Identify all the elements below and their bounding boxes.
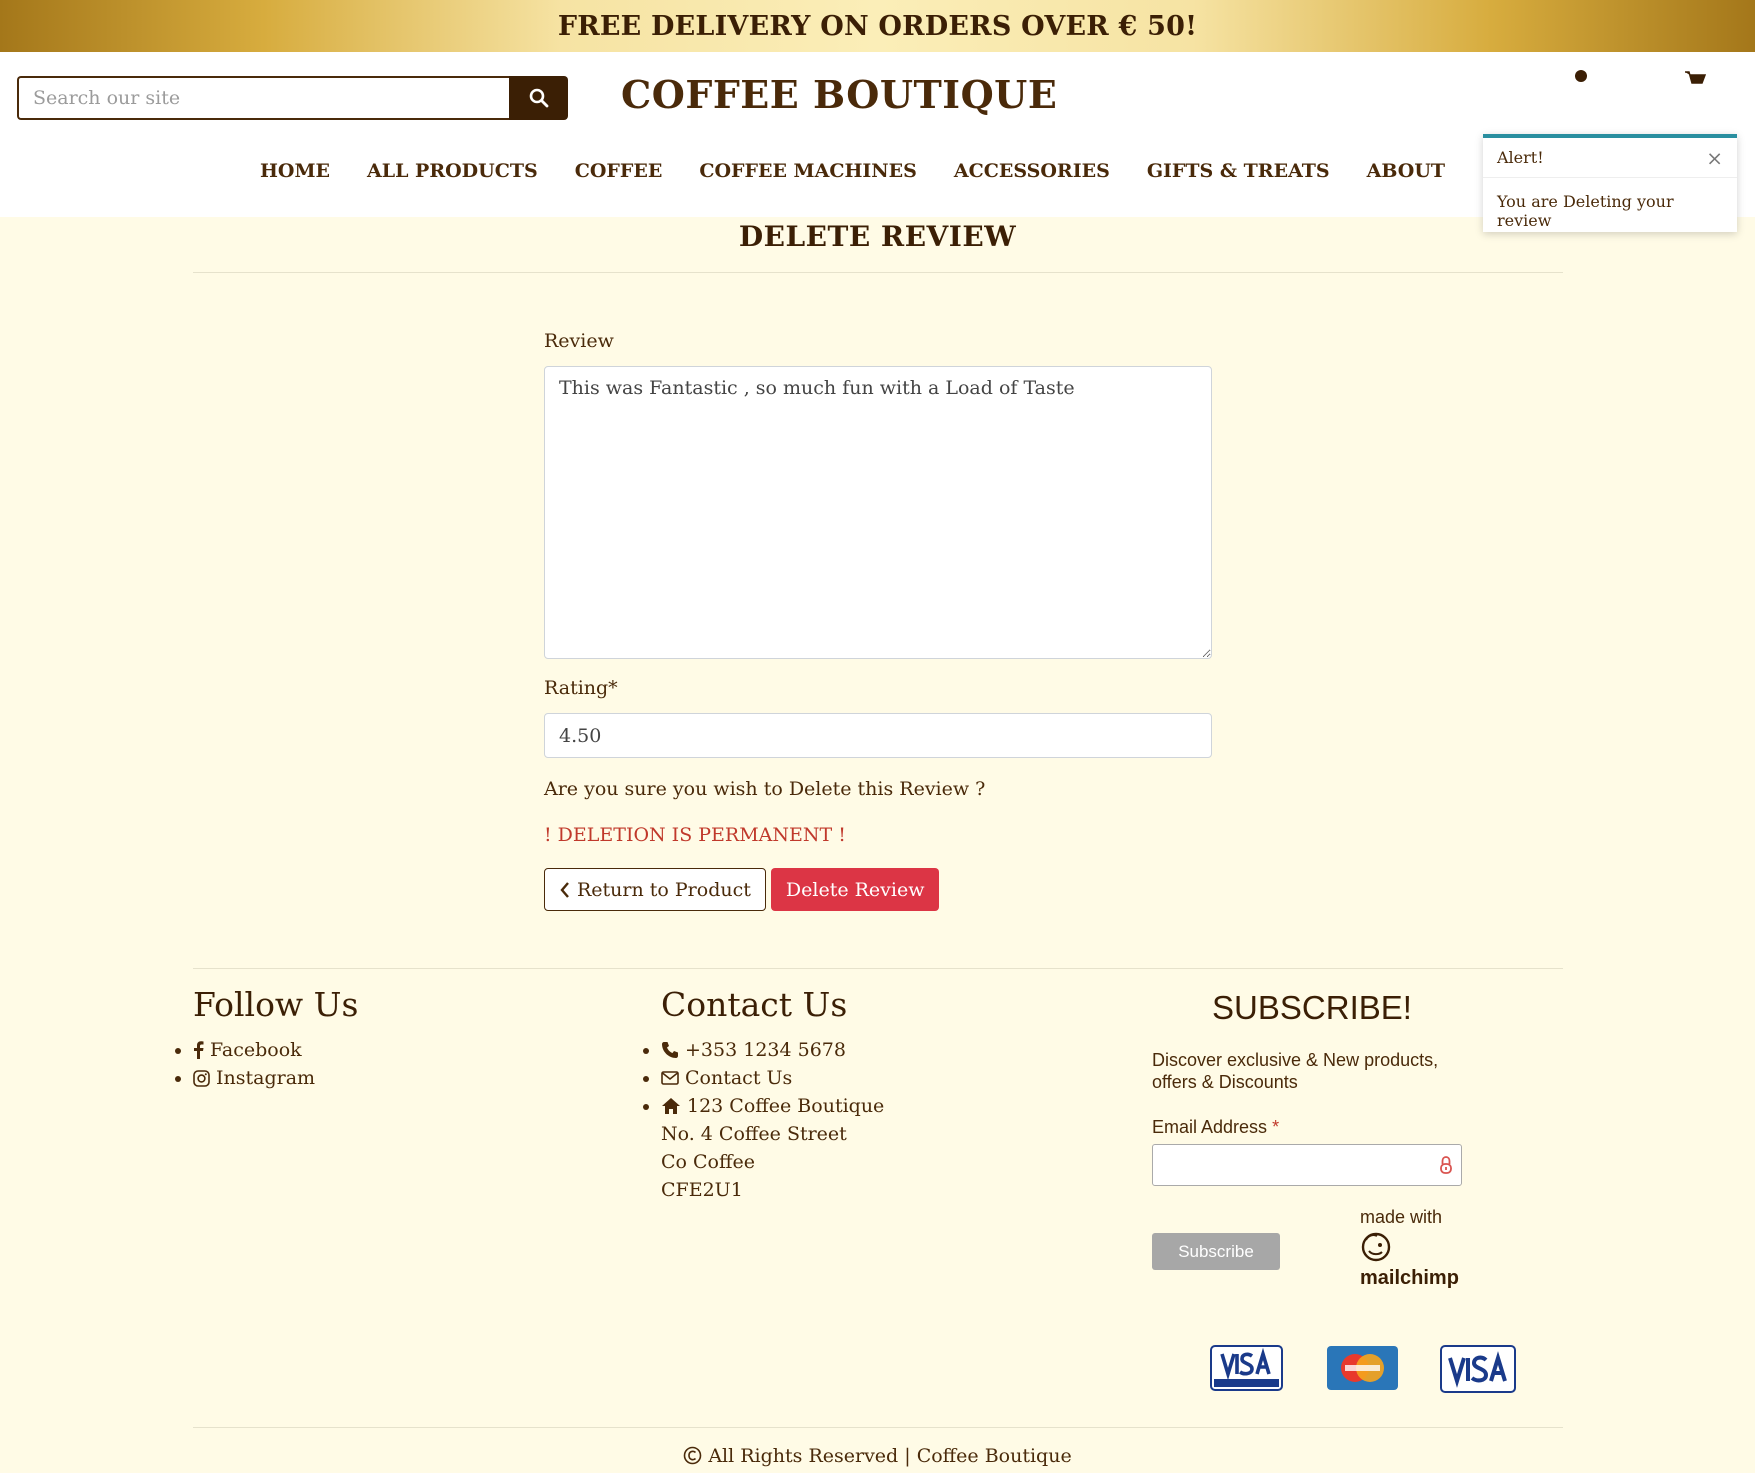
- instagram-link[interactable]: Instagram: [174, 1064, 358, 1092]
- subscribe-section: SUBSCRIBE! Discover exclusive & New prod…: [1152, 985, 1472, 1289]
- mastercard-icon: [1327, 1346, 1398, 1390]
- review-textarea[interactable]: This was Fantastic , so much fun with a …: [544, 366, 1212, 659]
- chevron-left-icon: [560, 881, 569, 898]
- copyright-divider: [193, 1427, 1563, 1428]
- made-with-text: made with: [1360, 1207, 1443, 1227]
- address-line-4: CFE2U1: [661, 1179, 743, 1201]
- return-to-product-button[interactable]: Return to Product: [544, 868, 766, 911]
- review-label: Review: [544, 330, 614, 352]
- copyright-text: All Rights Reserved | Coffee Boutique: [708, 1445, 1072, 1467]
- promo-banner-text: FREE DELIVERY ON ORDERS OVER € 50!: [557, 10, 1198, 42]
- nav-all-products[interactable]: ALL PRODUCTS: [367, 160, 538, 182]
- email-field[interactable]: [1152, 1144, 1462, 1186]
- visa-icon: [1440, 1345, 1516, 1393]
- rating-input[interactable]: [544, 713, 1212, 758]
- visa-electron-icon: [1210, 1345, 1283, 1391]
- nav-accessories[interactable]: ACCESSORIES: [954, 160, 1110, 182]
- rating-label: Rating*: [544, 677, 618, 699]
- alert-toast: Alert! × You are Deleting your review: [1483, 134, 1737, 232]
- search-icon: [529, 88, 548, 108]
- search-input[interactable]: [17, 76, 509, 120]
- contact-link-label: Contact Us: [685, 1067, 793, 1089]
- social-list: Facebook Instagram: [174, 1036, 358, 1092]
- promo-banner: FREE DELIVERY ON ORDERS OVER € 50!: [0, 0, 1755, 52]
- required-mark: *: [1272, 1117, 1280, 1137]
- nav-about[interactable]: ABOUT: [1367, 160, 1445, 182]
- address-line-2: No. 4 Coffee Street: [661, 1123, 847, 1145]
- address-line-1: 123 Coffee Boutique: [687, 1095, 885, 1117]
- form-actions: Return to Product Delete Review: [544, 868, 1212, 911]
- follow-us-title: Follow Us: [193, 985, 359, 1024]
- cart-icon[interactable]: [1684, 70, 1706, 88]
- email-label: Email Address *: [1152, 1117, 1472, 1138]
- nav-coffee[interactable]: COFFEE: [575, 160, 663, 182]
- toast-header: Alert! ×: [1483, 138, 1737, 178]
- home-icon: [662, 1098, 680, 1114]
- phone-number: +353 1234 5678: [685, 1039, 846, 1061]
- mailchimp-wordmark[interactable]: mailchimp: [1360, 1267, 1459, 1290]
- contact-link[interactable]: Contact Us: [642, 1064, 884, 1092]
- facebook-link[interactable]: Facebook: [174, 1036, 358, 1064]
- envelope-icon: [661, 1071, 679, 1085]
- search-button[interactable]: [509, 76, 568, 120]
- instagram-label: Instagram: [216, 1067, 316, 1089]
- confirm-text: Are you sure you wish to Delete this Rev…: [544, 778, 986, 800]
- toast-title: Alert!: [1497, 148, 1544, 167]
- mailchimp-logo-icon: [1361, 1232, 1391, 1262]
- follow-us-section: Follow Us Facebook Instagram: [174, 985, 359, 1092]
- nav-gifts-treats[interactable]: GIFTS & TREATS: [1147, 160, 1330, 182]
- lock-icon: [1440, 1156, 1452, 1174]
- page-title: DELETE REVIEW: [738, 220, 1017, 253]
- nav-home[interactable]: HOME: [260, 160, 330, 182]
- contact-us-section: Contact Us +353 1234 5678 Contact Us 123…: [642, 985, 885, 1204]
- subscribe-button[interactable]: Subscribe: [1152, 1233, 1280, 1270]
- address-item: 123 Coffee Boutique: [642, 1092, 885, 1120]
- close-icon[interactable]: ×: [1706, 146, 1723, 170]
- return-label: Return to Product: [577, 878, 751, 901]
- delete-review-button[interactable]: Delete Review: [770, 868, 940, 911]
- phone-item[interactable]: +353 1234 5678: [642, 1036, 884, 1064]
- address-line-3: Co Coffee: [661, 1151, 755, 1173]
- instagram-icon: [193, 1069, 210, 1087]
- account-icon[interactable]: [1575, 70, 1587, 82]
- delete-review-form: Review This was Fantastic , so much fun …: [544, 330, 1212, 911]
- brand-logo[interactable]: COFFEE BOUTIQUE: [621, 72, 1057, 117]
- contact-us-title: Contact Us: [661, 985, 848, 1024]
- copyright-icon: [683, 1446, 702, 1465]
- footer-divider: [193, 968, 1563, 969]
- copyright: All Rights Reserved | Coffee Boutique: [0, 1445, 1755, 1467]
- site-header: COFFEE BOUTIQUE HOME ALL PRODUCTS COFFEE…: [0, 52, 1755, 232]
- title-divider: [193, 272, 1563, 273]
- search-form: [17, 76, 568, 120]
- nav-coffee-machines[interactable]: COFFEE MACHINES: [699, 160, 917, 182]
- contact-list: +353 1234 5678 Contact Us 123 Coffee Bou…: [642, 1036, 885, 1120]
- facebook-icon: [194, 1041, 204, 1059]
- phone-icon: [662, 1042, 678, 1058]
- subscribe-title: SUBSCRIBE!: [1212, 989, 1412, 1026]
- facebook-label: Facebook: [210, 1039, 302, 1061]
- subscribe-description: Discover exclusive & New products, offer…: [1152, 1050, 1439, 1092]
- email-label-text: Email Address: [1152, 1117, 1268, 1137]
- deletion-warning: ! DELETION IS PERMANENT !: [544, 824, 846, 846]
